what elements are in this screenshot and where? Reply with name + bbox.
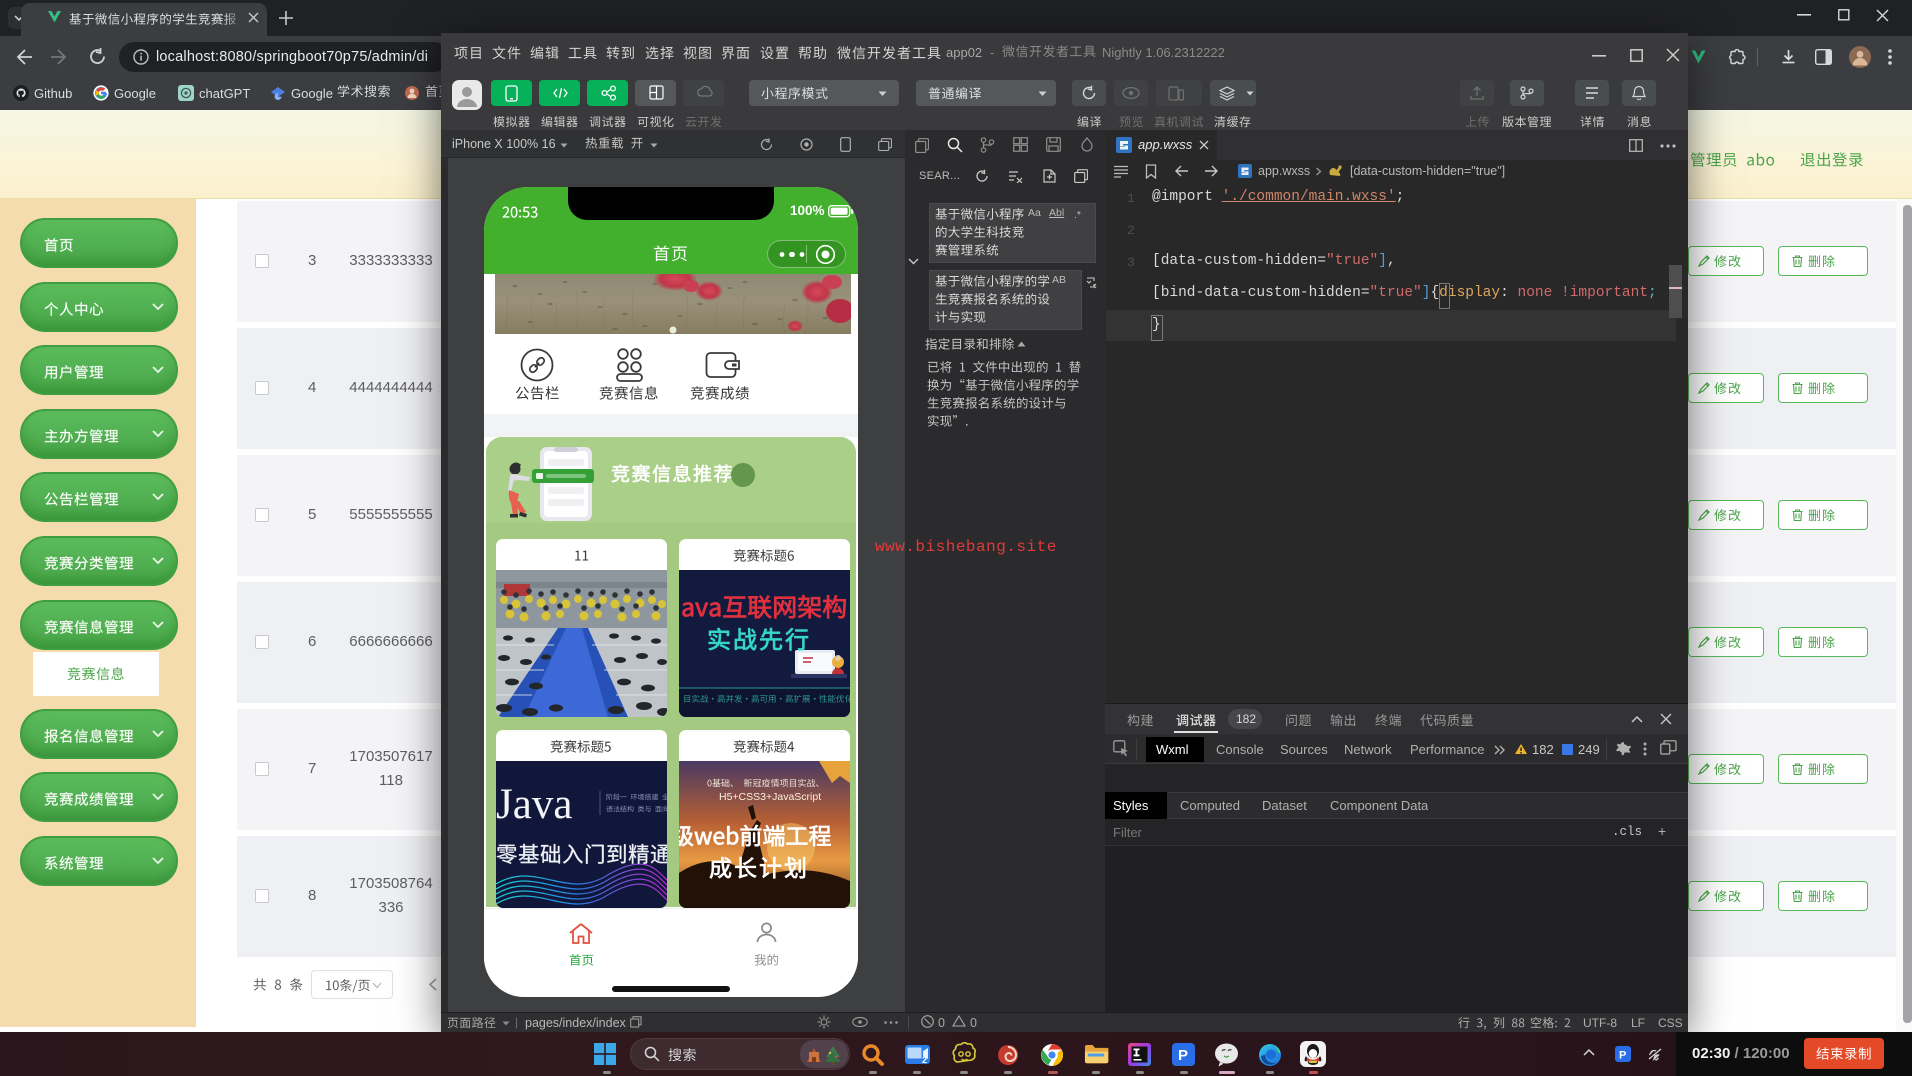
- svg-text:Java: Java: [496, 781, 572, 828]
- svg-text:P: P: [1178, 1047, 1188, 1064]
- svg-text:2: 2: [922, 1055, 927, 1065]
- svg-text:P: P: [1619, 1050, 1626, 1062]
